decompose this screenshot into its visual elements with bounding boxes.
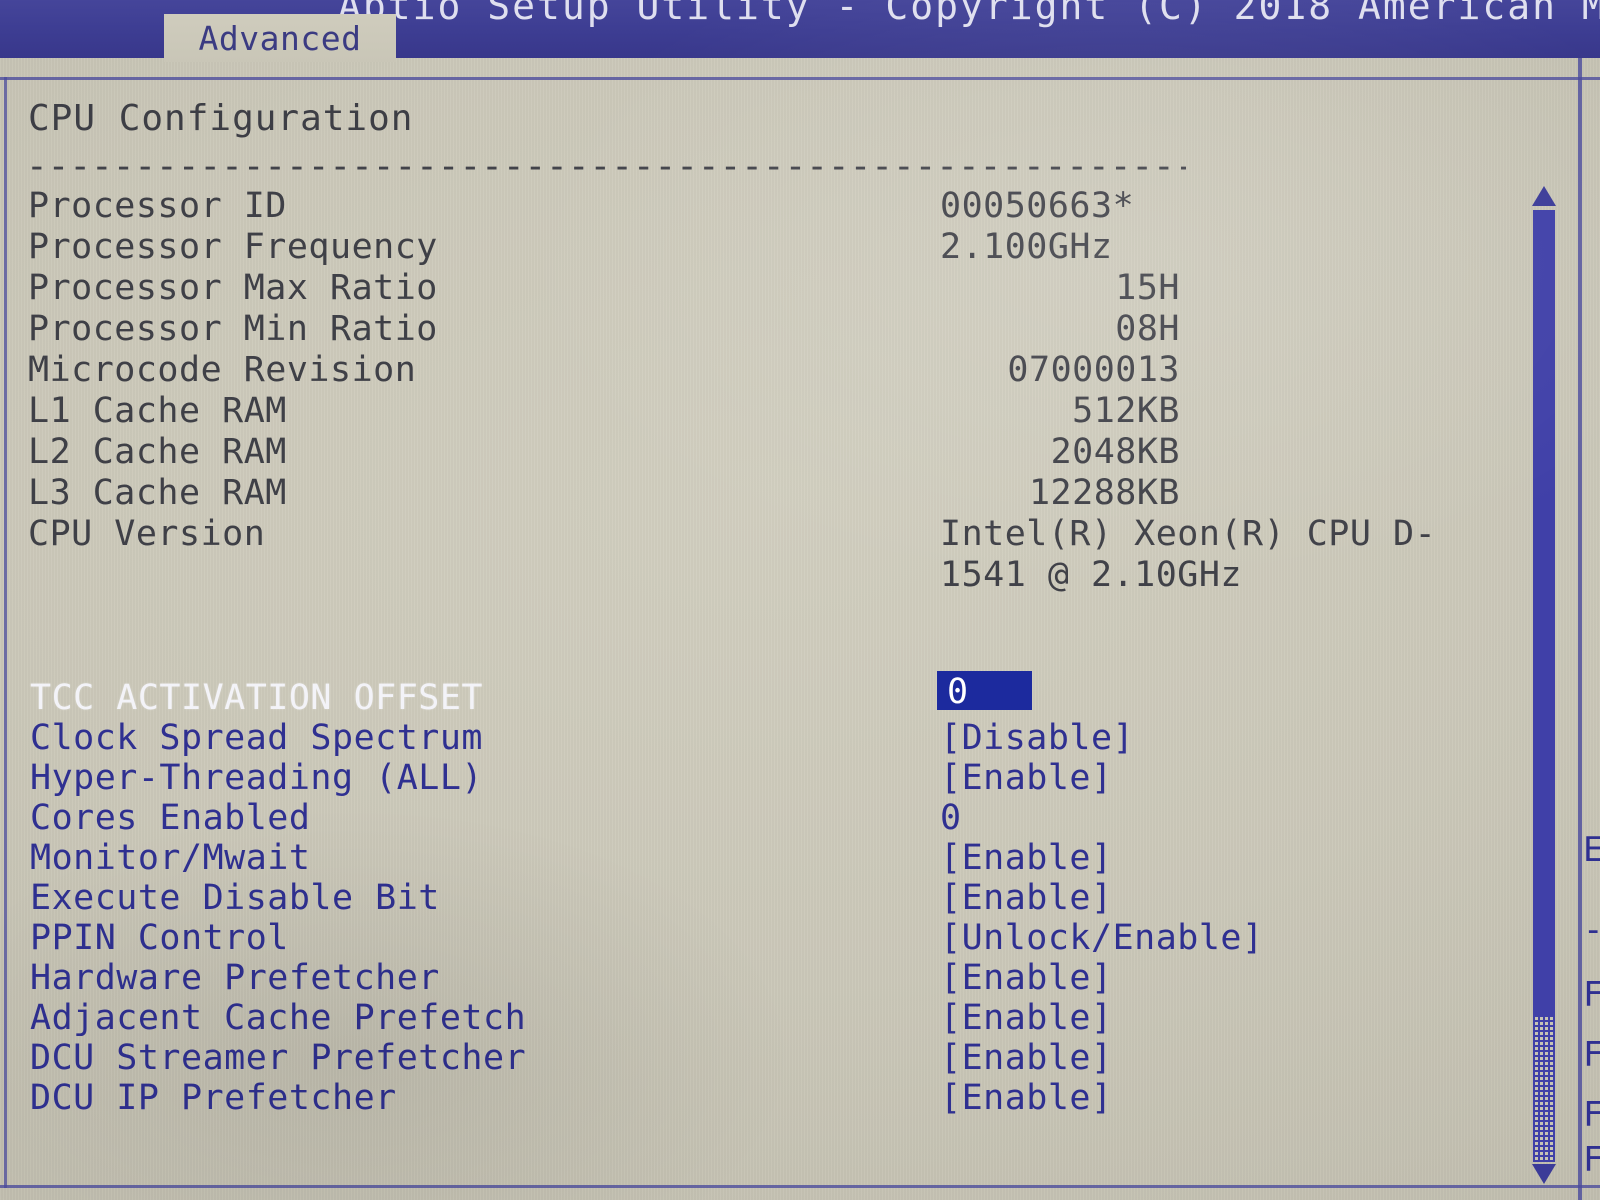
info-row-label: Processor ID — [28, 186, 287, 226]
setting-row-label: Adjacent Cache Prefetch — [30, 998, 527, 1038]
dashed-divider: ----------------------------------------… — [26, 146, 1186, 187]
utility-title: Aptio Setup Utility - Copyright (C) 2018… — [338, 0, 1600, 28]
scroll-up-arrow-icon[interactable] — [1532, 186, 1556, 208]
cpu-version-value-line2: 1541 @ 2.10GHz — [940, 555, 1243, 595]
scrollbar-track[interactable] — [1533, 210, 1555, 1162]
setting-row[interactable]: Monitor/Mwait [Enable] — [0, 838, 1520, 878]
cpu-settings-list: TCC ACTIVATION OFFSET 0 Clock Spread Spect… — [0, 671, 1520, 1118]
setting-row-label: Cores Enabled — [30, 798, 311, 838]
info-row-cpu-version: CPU Version Intel(R) Xeon(R) CPU D- 1541 @… — [0, 514, 1520, 595]
tab-advanced[interactable]: Advanced — [164, 14, 396, 62]
setting-row[interactable]: Hardware Prefetcher [Enable] — [0, 958, 1520, 998]
setting-row-value[interactable]: [Enable] — [940, 1078, 1113, 1118]
setting-row-label: DCU IP Prefetcher — [30, 1078, 397, 1118]
info-row: Processor Frequency 2.100GHz — [0, 227, 1520, 268]
info-row-label: Processor Max Ratio — [28, 268, 438, 308]
info-row-value: 512KB — [1072, 391, 1180, 431]
info-row-label: L1 Cache RAM — [28, 391, 287, 431]
setting-row[interactable]: DCU Streamer Prefetcher [Enable] — [0, 1038, 1520, 1078]
setting-row-label: Hardware Prefetcher — [30, 958, 440, 998]
info-row: Processor Min Ratio 08H — [0, 309, 1520, 350]
setting-row[interactable]: Clock Spread Spectrum [Disable] — [0, 718, 1520, 758]
info-row: Processor Max Ratio 15H — [0, 268, 1520, 309]
info-row-value: 08H — [1115, 309, 1180, 349]
info-row-value: 2.100GHz — [940, 227, 1113, 267]
cpu-version-value-line1: Intel(R) Xeon(R) CPU D- — [940, 514, 1437, 554]
setting-row[interactable]: Cores Enabled 0 — [0, 798, 1520, 838]
setting-row-value[interactable]: [Enable] — [940, 838, 1113, 878]
setting-row-label: PPIN Control — [30, 918, 289, 958]
setting-row-value[interactable]: [Enable] — [940, 1038, 1113, 1078]
scrollbar-remainder[interactable] — [1533, 1015, 1555, 1162]
setting-row[interactable]: Hyper-Threading (ALL) [Enable] — [0, 758, 1520, 798]
scrollbar[interactable] — [1531, 186, 1557, 1186]
setting-row-value[interactable]: [Enable] — [940, 998, 1113, 1038]
info-row-value: 12288KB — [1028, 473, 1180, 513]
bios-setup-screen: Aptio Setup Utility - Copyright (C) 2018… — [0, 0, 1600, 1200]
help-hint-text: F — [1583, 1095, 1600, 1135]
help-hint-text: - — [1583, 910, 1600, 950]
setting-row-label: DCU Streamer Prefetcher — [30, 1038, 527, 1078]
setting-row-label: Hyper-Threading (ALL) — [30, 758, 484, 798]
setting-row-value[interactable]: [Enable] — [940, 758, 1113, 798]
info-row-value: 2048KB — [1050, 432, 1180, 472]
info-row-value: 15H — [1115, 268, 1180, 308]
setting-row[interactable]: Adjacent Cache Prefetch [Enable] — [0, 998, 1520, 1038]
setting-row-label: TCC ACTIVATION OFFSET — [30, 678, 484, 718]
info-row-label: Microcode Revision — [28, 350, 417, 390]
setting-row-value[interactable]: [Unlock/Enable] — [940, 918, 1264, 958]
setting-row[interactable]: PPIN Control [Unlock/Enable] — [0, 918, 1520, 958]
help-hint-text: E — [1583, 830, 1600, 870]
info-row-label: CPU Version — [28, 514, 266, 554]
cpu-info-list: Processor ID 00050663* Processor Frequency… — [0, 186, 1520, 595]
setting-row[interactable]: Execute Disable Bit [Enable] — [0, 878, 1520, 918]
scroll-down-arrow-icon[interactable] — [1532, 1164, 1556, 1186]
setting-row-value[interactable]: 0 — [940, 798, 962, 838]
help-hint-text: F — [1583, 1140, 1600, 1180]
setting-row-value[interactable]: [Disable] — [940, 718, 1134, 758]
setting-row-label: Clock Spread Spectrum — [30, 718, 484, 758]
info-row: L3 Cache RAM 12288KB — [0, 473, 1520, 514]
setting-row-value[interactable]: [Enable] — [940, 878, 1113, 918]
scrollbar-thumb[interactable] — [1533, 210, 1555, 1015]
info-row: Processor ID 00050663* — [0, 186, 1520, 227]
setting-row-value-highlighted[interactable]: 0 — [937, 671, 1032, 712]
main-panel: CPU Configuration ----------------------… — [0, 78, 1556, 1185]
info-row: L2 Cache RAM 2048KB — [0, 432, 1520, 473]
info-row-label: L2 Cache RAM — [28, 432, 287, 472]
help-panel-edge: E-FFFFE — [1583, 80, 1600, 1185]
section-title: CPU Configuration — [28, 98, 414, 139]
info-row: Microcode Revision 07000013 — [0, 350, 1520, 391]
info-row: L1 Cache RAM 512KB — [0, 391, 1520, 432]
info-row-label: Processor Min Ratio — [28, 309, 438, 349]
info-row-label: Processor Frequency — [28, 227, 438, 267]
info-row-value: 07000013 — [1007, 350, 1180, 390]
setting-row[interactable]: DCU IP Prefetcher [Enable] — [0, 1078, 1520, 1118]
help-hint-text: F — [1583, 975, 1600, 1015]
info-row-value: 00050663* — [940, 186, 1135, 226]
setting-row-selected[interactable]: TCC ACTIVATION OFFSET 0 — [0, 671, 1520, 718]
setting-row-value[interactable]: [Enable] — [940, 958, 1113, 998]
setting-row-label: Execute Disable Bit — [30, 878, 440, 918]
tab-advanced-label: Advanced — [198, 18, 362, 58]
bottom-divider — [0, 1185, 1600, 1188]
right-border — [1578, 58, 1582, 1200]
info-row-label: L3 Cache RAM — [28, 473, 287, 513]
help-hint-text: F — [1583, 1035, 1600, 1075]
setting-row-label: Monitor/Mwait — [30, 838, 311, 878]
